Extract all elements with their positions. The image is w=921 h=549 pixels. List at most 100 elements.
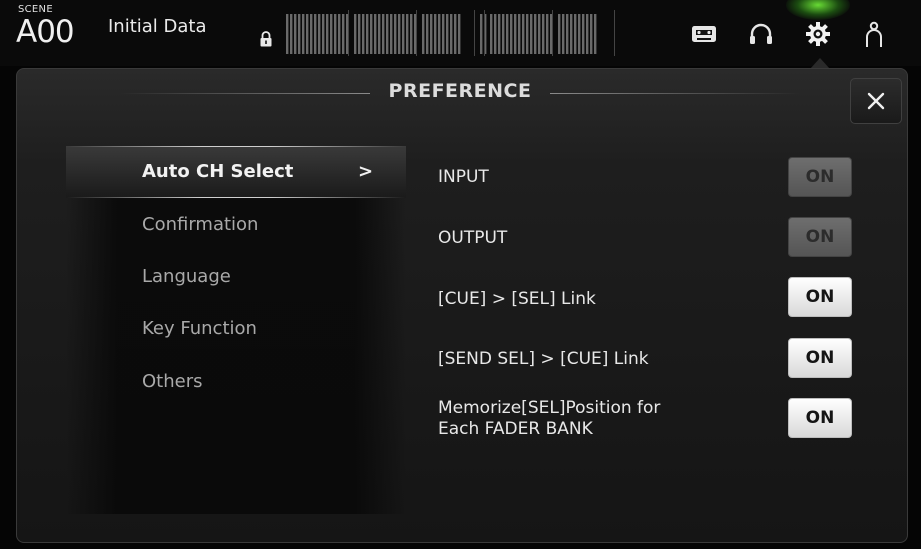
meter-bar xyxy=(518,14,521,54)
headphones-icon[interactable] xyxy=(747,20,775,48)
meter-bar xyxy=(382,14,385,54)
meter-bar xyxy=(390,14,393,54)
meter-bar xyxy=(338,14,341,54)
meter-bar xyxy=(538,14,541,54)
meter-bar xyxy=(442,14,445,54)
setting-label-input: INPUT xyxy=(438,167,489,187)
lock-icon[interactable] xyxy=(259,31,273,47)
meter-bar xyxy=(326,14,329,54)
meter-bar xyxy=(358,14,361,54)
meter-bar xyxy=(422,14,425,54)
gear-icon[interactable] xyxy=(804,20,832,48)
meter-bar xyxy=(334,14,337,54)
menu-item-auto-ch-select[interactable]: Auto CH Select > xyxy=(66,146,406,198)
meter-bar xyxy=(534,14,537,54)
meter-bar xyxy=(402,14,405,54)
meter-bar xyxy=(426,14,429,54)
meter-bar xyxy=(522,14,525,54)
meter-bar xyxy=(410,14,413,54)
meter-bar xyxy=(530,14,533,54)
menu-item-label: Key Function xyxy=(142,318,257,339)
menu-item-key-function[interactable]: Key Function xyxy=(66,303,406,355)
meter-bar xyxy=(480,14,483,54)
meter-bar xyxy=(562,14,565,54)
menu-arrow: > xyxy=(358,161,374,182)
meter-bar xyxy=(306,14,309,54)
meter-bar xyxy=(574,14,577,54)
meter-bar xyxy=(526,14,529,54)
dialog-header: PREFERENCE xyxy=(120,80,800,108)
meter-bar xyxy=(394,14,397,54)
meter-bar xyxy=(342,14,345,54)
toggle-send-sel-cue-link[interactable]: ON xyxy=(788,338,852,378)
meter-bar xyxy=(298,14,301,54)
meter-bar xyxy=(290,14,293,54)
meter-bar xyxy=(362,14,365,54)
meter-bar xyxy=(450,14,453,54)
top-bar: SCENE A00 Initial Data xyxy=(0,0,921,66)
meter-bar xyxy=(294,14,297,54)
toggle-memorize-sel[interactable]: ON xyxy=(788,398,852,438)
meter-bar xyxy=(302,14,305,54)
meter-separator xyxy=(416,10,417,56)
meter-bar xyxy=(330,14,333,54)
menu-item-confirmation[interactable]: Confirmation xyxy=(66,199,406,251)
meter-bar xyxy=(366,14,369,54)
toggle-input[interactable]: ON xyxy=(788,157,852,197)
meter-bar xyxy=(510,14,513,54)
setting-label-line: Each FADER BANK xyxy=(438,419,593,439)
active-indicator-glow xyxy=(786,0,850,20)
setting-label-line: Memorize[SEL]Position for xyxy=(438,398,661,418)
meter-separator xyxy=(614,10,615,56)
meter-bar xyxy=(570,14,573,54)
meter-bar xyxy=(398,14,401,54)
meter-bar xyxy=(594,14,597,54)
meter-bar xyxy=(502,14,505,54)
meter-bar xyxy=(498,14,501,54)
meter-bar xyxy=(374,14,377,54)
meter-bar xyxy=(458,14,461,54)
meter-separator xyxy=(348,10,349,56)
close-icon xyxy=(867,92,885,110)
menu-item-label: Language xyxy=(142,266,231,287)
menu-item-label: Others xyxy=(142,371,203,392)
meter-bar xyxy=(354,14,357,54)
close-button[interactable] xyxy=(850,78,902,124)
menu-item-others[interactable]: Others xyxy=(66,356,406,408)
meter-bar xyxy=(370,14,373,54)
meter-bar xyxy=(582,14,585,54)
menu-item-label: Auto CH Select xyxy=(142,161,294,182)
meter-bar xyxy=(586,14,589,54)
recorder-icon[interactable] xyxy=(690,20,718,48)
meter-bar xyxy=(514,14,517,54)
meter-bar xyxy=(430,14,433,54)
meter-bar xyxy=(318,14,321,54)
meter-bar xyxy=(542,14,545,54)
meter-bar xyxy=(434,14,437,54)
meter-bar xyxy=(314,14,317,54)
title-divider-right xyxy=(550,93,800,94)
meter-bar xyxy=(454,14,457,54)
menu-item-language[interactable]: Language xyxy=(66,251,406,303)
meter-display[interactable] xyxy=(284,6,616,58)
setting-label-output: OUTPUT xyxy=(438,228,508,248)
meter-bar xyxy=(386,14,389,54)
scene-number[interactable]: A00 xyxy=(16,14,75,50)
meter-bar xyxy=(378,14,381,54)
dialog-title: PREFERENCE xyxy=(388,80,532,102)
meter-bar xyxy=(546,14,549,54)
user-icon[interactable] xyxy=(860,20,888,48)
meter-bar xyxy=(310,14,313,54)
meter-bar xyxy=(566,14,569,54)
setting-label-cue-sel-link: [CUE] > [SEL] Link xyxy=(438,289,596,309)
scene-name[interactable]: Initial Data xyxy=(108,16,207,37)
toggle-cue-sel-link[interactable]: ON xyxy=(788,277,852,317)
meter-bar xyxy=(446,14,449,54)
meter-bar xyxy=(590,14,593,54)
meter-bar xyxy=(506,14,509,54)
toggle-output[interactable]: ON xyxy=(788,217,852,257)
meter-separator xyxy=(552,10,553,56)
meter-bar xyxy=(438,14,441,54)
meter-separator xyxy=(484,10,485,56)
setting-label-send-sel-cue-link: [SEND SEL] > [CUE] Link xyxy=(438,349,649,369)
